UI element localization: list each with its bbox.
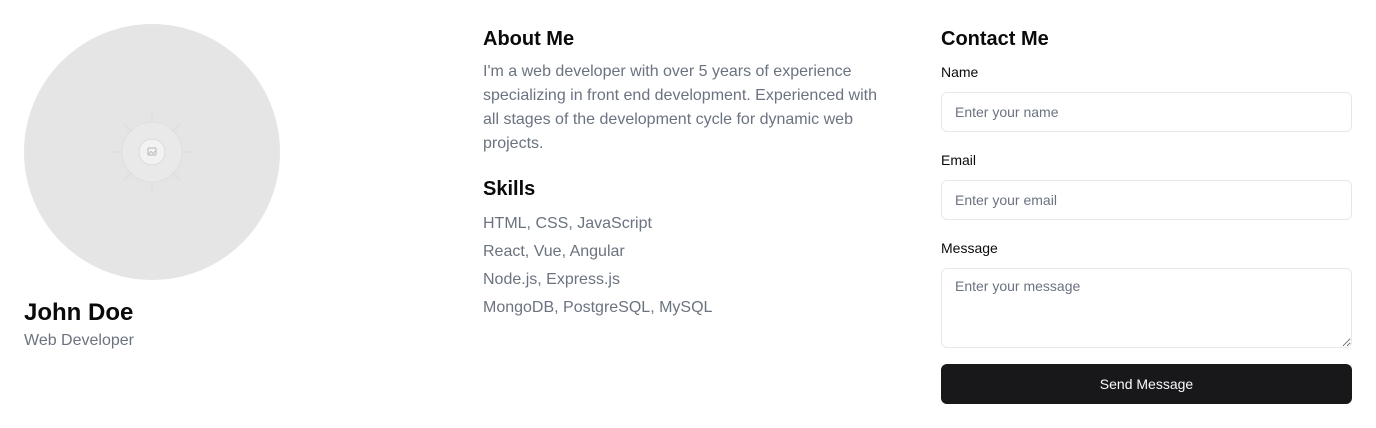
- skill-item: Node.js, Express.js: [483, 271, 620, 288]
- image-placeholder-icon: [112, 112, 192, 192]
- profile-section: John Doe Web Developer: [24, 24, 280, 352]
- profile-role: Web Developer: [24, 332, 134, 349]
- send-message-button[interactable]: Send Message: [941, 364, 1352, 404]
- avatar: [24, 24, 280, 280]
- email-label: Email: [941, 152, 977, 168]
- name-input[interactable]: [941, 92, 1352, 132]
- about-title: About Me: [483, 28, 575, 50]
- email-input[interactable]: [941, 180, 1352, 220]
- name-label: Name: [941, 64, 979, 80]
- contact-title: Contact Me: [941, 28, 1049, 50]
- about-text: I'm a web developer with over 5 years of…: [483, 63, 878, 152]
- skill-item: MongoDB, PostgreSQL, MySQL: [483, 299, 713, 316]
- skill-item: React, Vue, Angular: [483, 243, 625, 260]
- message-textarea[interactable]: [941, 268, 1352, 348]
- skills-title: Skills: [483, 178, 536, 200]
- profile-name: John Doe: [24, 299, 134, 326]
- message-label: Message: [941, 240, 998, 256]
- about-section: About Me I'm a web developer with over 5…: [483, 26, 893, 322]
- skills-list: HTML, CSS, JavaScript React, Vue, Angula…: [483, 210, 893, 322]
- contact-form: Contact Me Name Email Message Send Messa…: [941, 26, 1352, 404]
- skill-item: HTML, CSS, JavaScript: [483, 215, 652, 232]
